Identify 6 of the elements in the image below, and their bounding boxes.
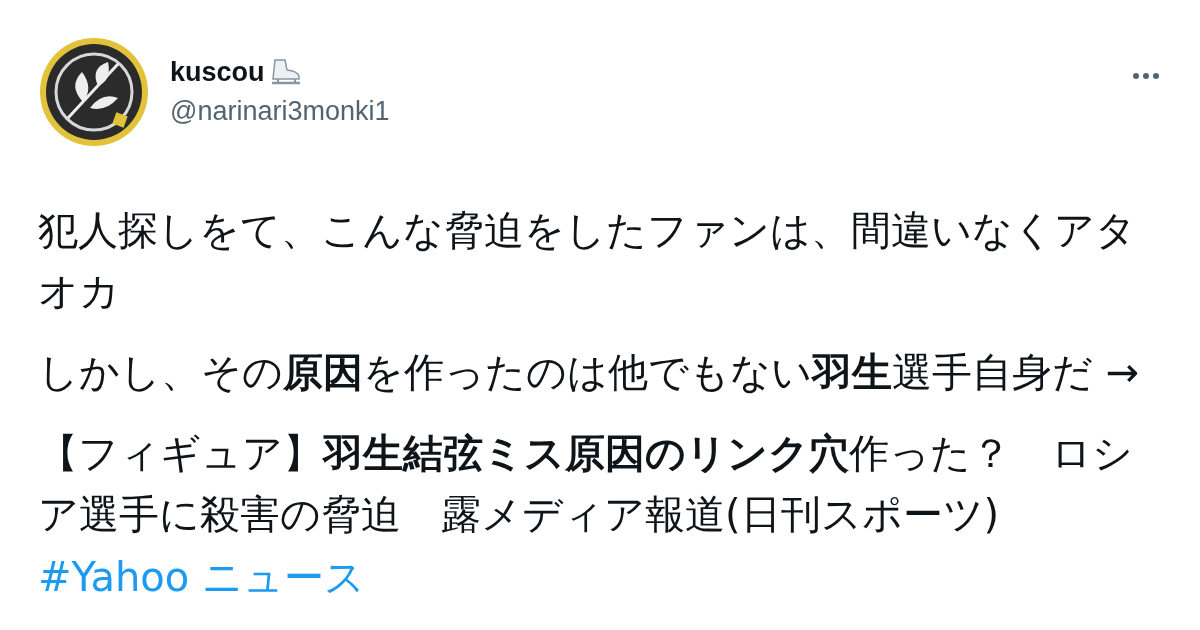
tweet-text: 犯人探しをて、こんな脅迫をしたファンは、間違いなくアタオカ — [38, 207, 1136, 314]
tweet-text: しかし、その原因を作ったのは他でもない羽生選手自身だ → — [38, 349, 1140, 395]
tweet-text: 【フィギュア】羽生結弦ミス原因のリンク穴作った？ ロシア選手に殺害の脅迫 露メディア報道(日刊スポーツ) — [38, 430, 1133, 537]
author-name[interactable]: kuscou — [170, 57, 265, 88]
author-handle[interactable]: @narinari3monki1 — [170, 96, 1112, 127]
more-icon[interactable] — [1132, 72, 1160, 80]
